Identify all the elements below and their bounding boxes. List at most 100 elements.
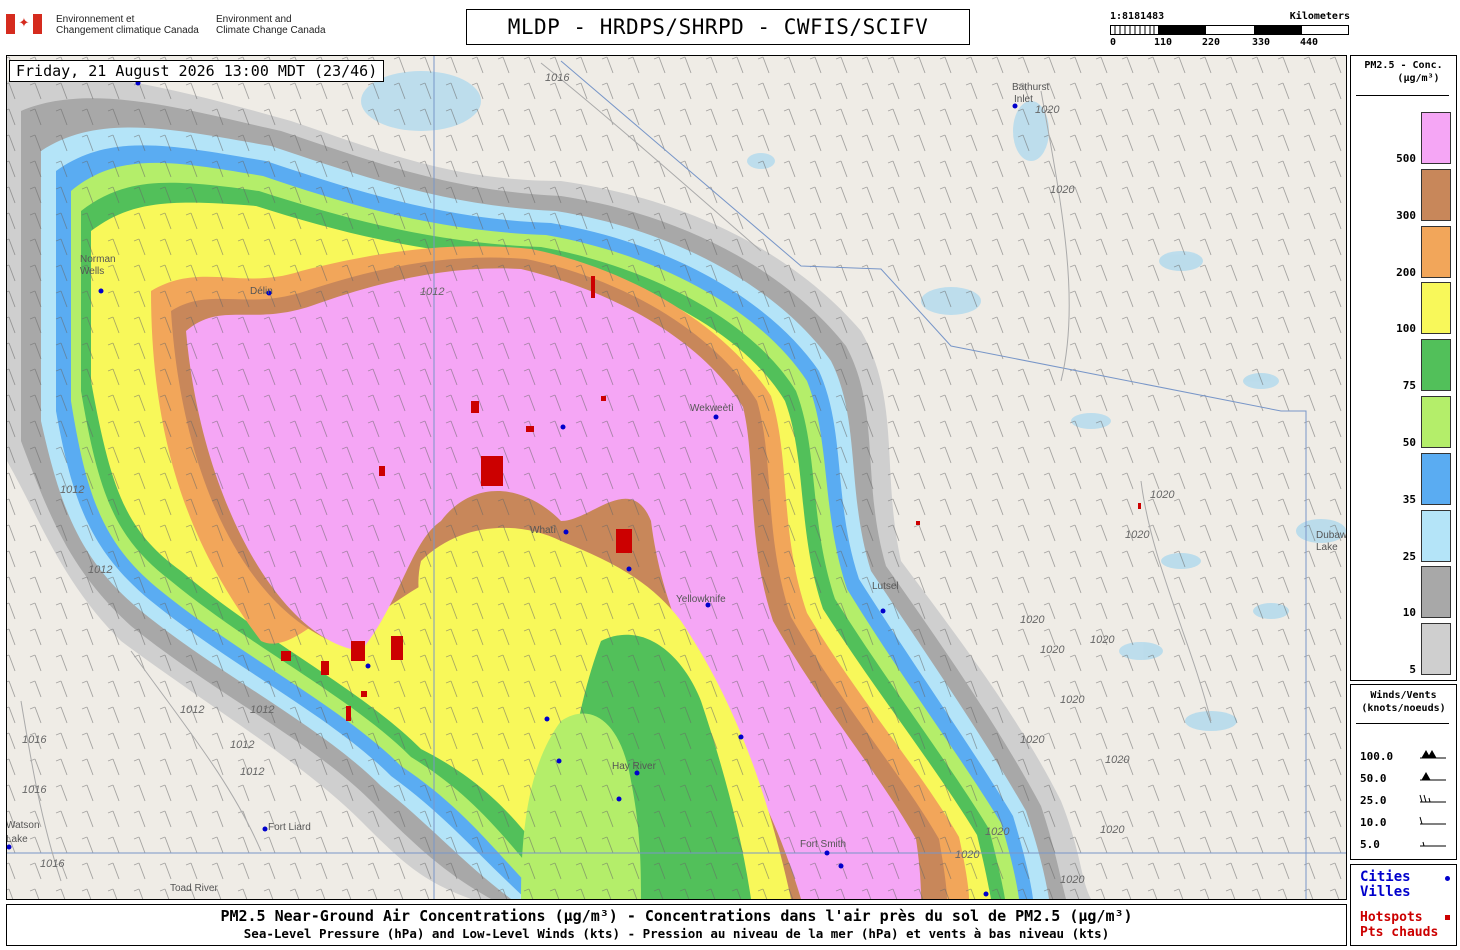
isobar-label: 1020 (1150, 489, 1175, 501)
wind-row-4: 10.0 (1360, 816, 1387, 829)
dept-en-line1: Environment and (216, 14, 292, 25)
winds-title-line2: (knots/noeuds) (1361, 703, 1446, 714)
wind-row-1: 100.0 (1360, 750, 1394, 763)
isobar-label: 1012 (250, 704, 275, 716)
legend-tick-label: 35 (1402, 492, 1416, 506)
legend-tick-label: 100 (1396, 322, 1416, 336)
legend-swatch (1421, 452, 1451, 505)
place-label: Délin (250, 286, 273, 297)
caption-line1: PM2.5 Near-Ground Air Concentrations (μg… (220, 907, 1133, 925)
scale-unit: Kilometers (1289, 11, 1350, 22)
place-label: Fort Liard (268, 822, 311, 833)
isobar-label: 1012 (180, 704, 205, 716)
legend-tick-label: 300 (1396, 208, 1416, 222)
dept-name-fr: Environnement et Changement climatique C… (56, 14, 199, 36)
place-label: Yellowknife (676, 594, 726, 605)
dept-fr-line2: Changement climatique Canada (56, 25, 199, 36)
legend-swatch (1421, 168, 1451, 221)
legend-swatch (1421, 282, 1451, 335)
scale-ratio: 1:8181483 (1110, 11, 1165, 22)
isobar-label: 1012 (240, 766, 265, 778)
symbols-legend: Cities Villes Hotspots Pts chauds (1350, 864, 1457, 946)
place-label: Whatì (530, 525, 557, 536)
hotspot-square-icon (1445, 915, 1450, 920)
caption-line2: Sea-Level Pressure (hPa) and Low-Level W… (243, 926, 1110, 941)
legend-title-line1: PM2.5 - Conc. (1364, 60, 1443, 71)
hotspots-label-en: Hotspots (1360, 910, 1423, 925)
legend-swatch (1421, 509, 1451, 562)
map-canvas (7, 56, 1346, 899)
isobar-label: 1020 (1060, 874, 1085, 886)
place-label: Lake (1316, 542, 1338, 553)
wind-row-3: 25.0 (1360, 794, 1387, 807)
city-dot-icon (1445, 876, 1450, 881)
place-label: Dubawnt (1316, 530, 1347, 541)
dept-name-en: Environment and Climate Change Canada (216, 14, 326, 36)
place-label: Watson (6, 820, 40, 831)
isobar-label: 1012 (420, 286, 445, 298)
place-label: Fort Smith (800, 839, 847, 850)
legend-swatch (1421, 225, 1451, 278)
scale-tick-3: 330 (1252, 37, 1271, 48)
wind-row-2: 50.0 (1360, 772, 1387, 785)
legend-tick-label: 500 (1396, 152, 1416, 165)
caption-box: PM2.5 Near-Ground Air Concentrations (μg… (6, 904, 1347, 946)
place-label: Wells (80, 266, 105, 277)
legend-swatch (1421, 339, 1451, 392)
isobar-label: 1020 (985, 826, 1010, 838)
product-title: MLDP - HRDPS/SHRPD - CWFIS/SCIFV (466, 9, 970, 45)
isobar-label: 1020 (1035, 104, 1060, 116)
isobar-label: 1020 (955, 849, 980, 861)
place-label: Hay River (612, 761, 656, 772)
legend-swatch (1421, 112, 1451, 164)
isobar-label: 1020 (1020, 614, 1045, 626)
scale-tick-0: 0 (1110, 37, 1117, 48)
legend-swatch (1421, 566, 1451, 619)
dept-en-line2: Climate Change Canada (216, 25, 326, 36)
legend-title-line2: (μg/m³) (1397, 73, 1440, 84)
legend-tick-label: 10 (1402, 606, 1416, 620)
isobar-label: 1012 (230, 739, 255, 751)
wind-barb-icons (1419, 749, 1446, 847)
isobar-label: 1020 (1105, 754, 1130, 766)
isobar-label: 1012 (88, 564, 113, 576)
cities-label-fr: Villes (1360, 884, 1411, 900)
legend-tick-label: 200 (1396, 265, 1416, 279)
isobar-label: 1020 (1050, 184, 1075, 196)
legend-swatch (1421, 623, 1451, 676)
scale-graphic (1110, 25, 1349, 35)
dept-fr-line1: Environnement et (56, 14, 135, 25)
scale-tick-1: 110 (1154, 37, 1173, 48)
wind-barbs (7, 56, 1346, 899)
scale-tick-4: 440 (1300, 37, 1319, 48)
place-label: Inlet (1014, 94, 1033, 105)
cities-label-en: Cities (1360, 869, 1411, 885)
legend-tick-label: 75 (1402, 379, 1416, 393)
scale-bar: 1:8181483 Kilometers 0 110 220 330 440 (1110, 11, 1350, 51)
isobar-label: 1020 (1060, 694, 1085, 706)
isobar-label: 1020 (1020, 734, 1045, 746)
place-label: Toad River (170, 883, 218, 894)
map-panel[interactable]: Bathurst Inlet Norman Wells Délin Wekweètì Wha… (6, 55, 1347, 900)
timestamp-label: Friday, 21 August 2026 13:00 MDT (23/46) (9, 60, 385, 82)
isobar-label: 1016 (22, 784, 47, 796)
place-label: Lutsel (872, 581, 899, 592)
place-label: Norman (80, 254, 116, 265)
place-label: Lake (6, 834, 28, 845)
legend-tick-label: 25 (1402, 549, 1416, 563)
canada-flag-icon: ✦ (6, 14, 42, 34)
wind-row-5: 5.0 (1360, 838, 1380, 851)
legend-tick-label: 50 (1402, 436, 1416, 449)
legend-swatch (1421, 396, 1451, 448)
isobar-label: 1012 (60, 484, 85, 496)
place-label: Bathurst (1012, 82, 1050, 93)
place-label: Wekweètì (690, 403, 734, 414)
isobar-label: 1020 (1090, 634, 1115, 646)
isobar-label: 1020 (1100, 824, 1125, 836)
isobar-label: 1016 (40, 858, 65, 870)
isobar-label: 1020 (1125, 529, 1150, 541)
isobar-label: 1016 (22, 734, 47, 746)
legend-tick-label: 5 (1409, 663, 1416, 677)
winds-title-line1: Winds/Vents (1370, 690, 1437, 701)
isobar-label: 1020 (1040, 644, 1065, 656)
